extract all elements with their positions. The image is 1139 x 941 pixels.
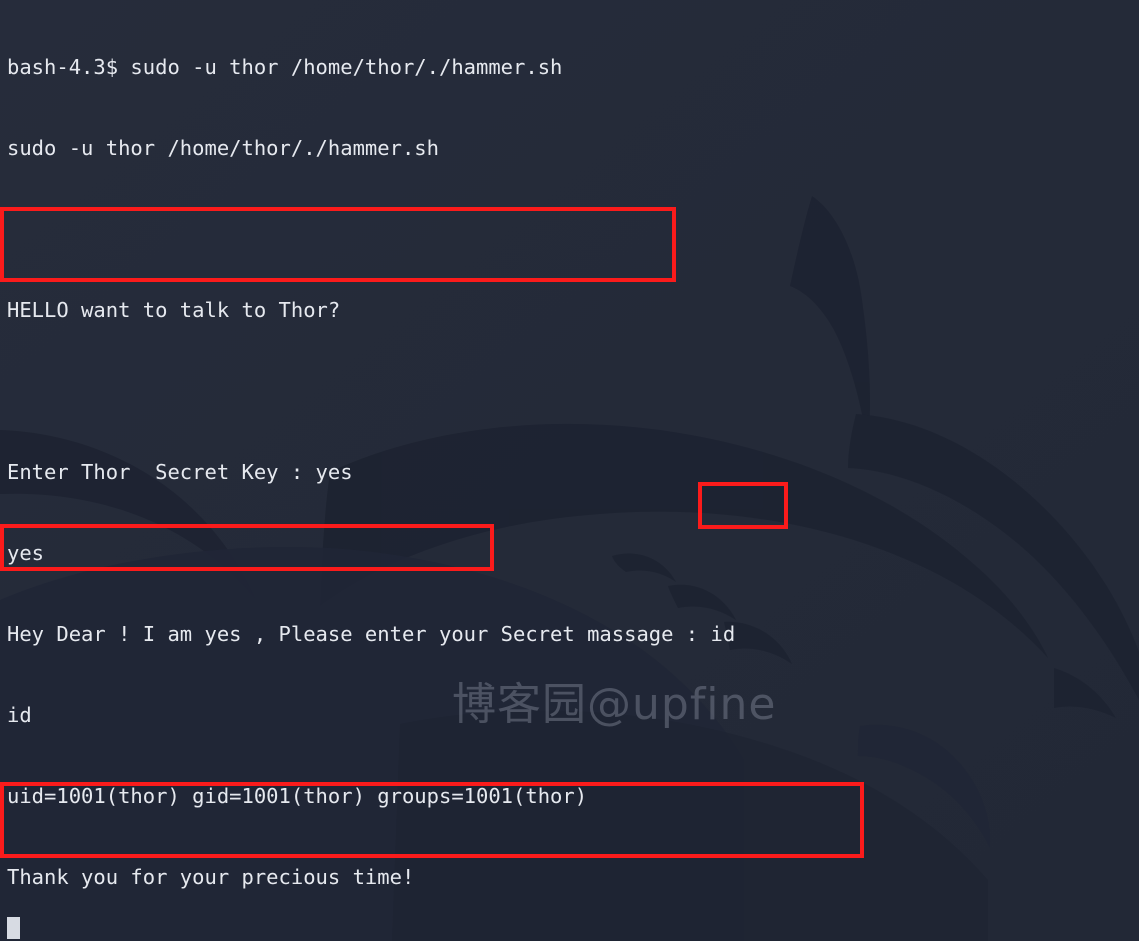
terminal-line: Enter Thor Secret Key : yes bbox=[7, 460, 353, 484]
terminal-line: HELLO want to talk to Thor? bbox=[7, 298, 341, 322]
terminal-line: Hey Dear ! I am yes , Please enter your … bbox=[7, 622, 736, 646]
terminal-window[interactable]: 博客园@upfine bash-4.3$ sudo -u thor /home/… bbox=[0, 0, 1139, 941]
terminal-line: id bbox=[7, 703, 32, 727]
terminal-line: sudo -u thor /home/thor/./hammer.sh bbox=[7, 136, 439, 160]
terminal-line: Thank you for your precious time! bbox=[7, 865, 415, 889]
block-cursor bbox=[7, 917, 20, 939]
terminal-line: bash-4.3$ sudo -u thor /home/thor/./hamm… bbox=[7, 55, 563, 79]
terminal-output: bash-4.3$ sudo -u thor /home/thor/./hamm… bbox=[0, 0, 748, 941]
terminal-line: uid=1001(thor) gid=1001(thor) groups=100… bbox=[7, 784, 588, 808]
terminal-line: yes bbox=[7, 541, 45, 565]
